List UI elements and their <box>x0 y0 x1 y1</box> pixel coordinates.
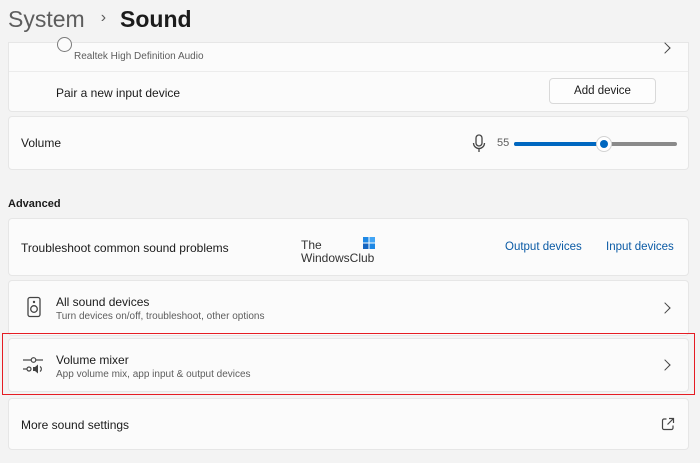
input-device-row[interactable]: Realtek High Definition Audio <box>9 37 688 72</box>
troubleshoot-label: Troubleshoot common sound problems <box>21 241 229 255</box>
input-device-card: Realtek High Definition Audio Pair a new… <box>8 37 689 112</box>
item-title: All sound devices <box>56 295 150 309</box>
volume-mixer-icon <box>23 357 43 374</box>
breadcrumb-separator-icon: › <box>100 9 107 26</box>
chevron-right-icon <box>659 302 671 314</box>
add-device-button[interactable]: Add device <box>549 78 656 104</box>
volume-mixer-item[interactable]: Volume mixer App volume mix, app input &… <box>8 338 689 392</box>
volume-label: Volume <box>21 136 62 150</box>
page-title: Sound <box>120 5 192 32</box>
item-title: Volume mixer <box>56 353 129 367</box>
input-device-subtitle: Realtek High Definition Audio <box>74 51 204 62</box>
watermark-line1: The <box>301 238 322 252</box>
breadcrumb: System › Sound <box>8 4 192 34</box>
all-sound-devices-item[interactable]: All sound devices Turn devices on/off, t… <box>8 280 689 336</box>
slider-thumb[interactable] <box>595 136 612 152</box>
more-sound-settings-item[interactable]: More sound settings <box>8 398 689 450</box>
windows-logo-icon <box>363 237 375 249</box>
watermark: The WindowsClub <box>301 236 391 266</box>
advanced-heading: Advanced <box>8 198 61 210</box>
volume-value: 55 <box>497 137 510 149</box>
chevron-right-icon <box>659 359 671 371</box>
item-subtitle: App volume mix, app input & output devic… <box>56 369 251 380</box>
pair-device-label: Pair a new input device <box>56 86 181 100</box>
input-device-radio[interactable] <box>57 37 72 52</box>
slider-fill <box>514 142 604 146</box>
external-link-icon <box>661 417 675 431</box>
volume-slider[interactable] <box>514 136 677 152</box>
watermark-line2: WindowsClub <box>301 251 375 265</box>
input-volume-card: Volume 55 <box>8 116 689 170</box>
breadcrumb-system[interactable]: System <box>8 6 85 33</box>
chevron-right-icon <box>659 42 671 54</box>
more-sound-settings-label: More sound settings <box>21 418 130 432</box>
input-devices-link[interactable]: Input devices <box>606 241 674 253</box>
item-subtitle: Turn devices on/off, troubleshoot, other… <box>56 311 265 322</box>
microphone-icon[interactable] <box>471 134 487 154</box>
output-devices-link[interactable]: Output devices <box>505 241 582 253</box>
speaker-icon <box>27 296 41 318</box>
